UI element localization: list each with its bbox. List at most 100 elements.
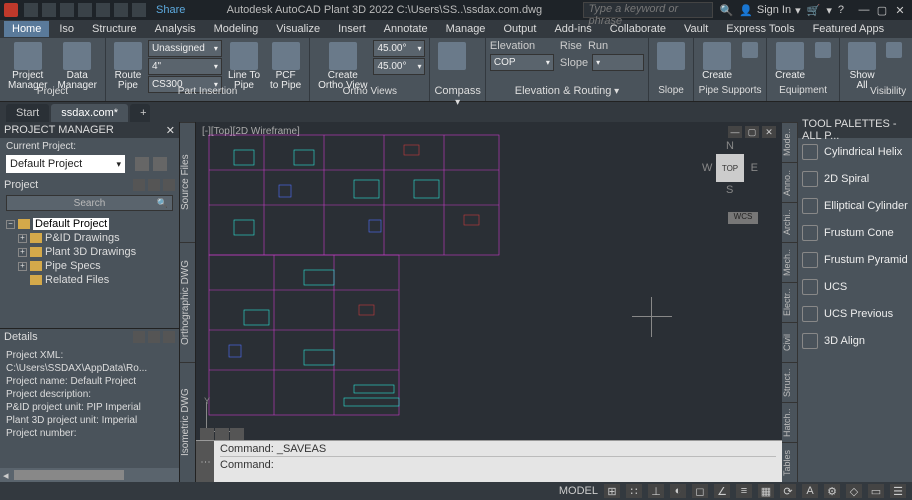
tab-output[interactable]: Output bbox=[495, 21, 544, 37]
group-elevation: Elevation COP RiseRun Slope Elevation & … bbox=[486, 38, 649, 101]
vtab-iso[interactable]: Isometric DWG bbox=[180, 362, 195, 482]
viewcube[interactable]: NSWE TOP bbox=[702, 140, 758, 196]
command-line[interactable]: ⋮ Command: _SAVEAS Command: bbox=[196, 440, 782, 482]
tool-ucs-prev[interactable]: UCS Previous bbox=[798, 300, 912, 327]
tool-frustum-pyramid[interactable]: Frustum Pyramid bbox=[798, 246, 912, 273]
search-icon[interactable] bbox=[163, 179, 175, 191]
tab-featured[interactable]: Featured Apps bbox=[805, 21, 893, 37]
compass-button[interactable] bbox=[434, 40, 470, 72]
anno-icon[interactable]: A bbox=[802, 484, 818, 498]
signin-button[interactable]: 👤Sign In▾ bbox=[739, 4, 800, 17]
close-icon[interactable]: ✕ bbox=[166, 124, 175, 137]
tab-manage[interactable]: Manage bbox=[438, 21, 494, 37]
layout-tabs[interactable] bbox=[200, 428, 244, 440]
tab-vault[interactable]: Vault bbox=[676, 21, 716, 37]
iso-icon[interactable]: ◇ bbox=[846, 484, 862, 498]
tool-cyl-helix[interactable]: Cylindrical Helix bbox=[798, 138, 912, 165]
lweight-icon[interactable]: ≡ bbox=[736, 484, 752, 498]
group-ortho: Create Ortho View 45.00° 45.00° Ortho Vi… bbox=[310, 38, 430, 101]
tab-annotate[interactable]: Annotate bbox=[376, 21, 436, 37]
tab-iso[interactable]: Iso bbox=[51, 21, 82, 37]
tab-home[interactable]: Home bbox=[4, 21, 49, 37]
elevation-label: Elevation bbox=[490, 40, 535, 52]
vp-min-icon[interactable]: — bbox=[728, 126, 742, 138]
cmd-handle[interactable]: ⋮ bbox=[196, 441, 214, 482]
help-search[interactable]: Type a keyword or phrase bbox=[583, 2, 713, 18]
project-search[interactable]: Search bbox=[6, 195, 173, 211]
tool-3d-align[interactable]: 3D Align bbox=[798, 327, 912, 354]
ortho-angle2[interactable]: 45.00° bbox=[373, 58, 425, 75]
scrollbar[interactable]: ◂ bbox=[0, 468, 179, 482]
size-combo[interactable]: 4" bbox=[148, 58, 222, 75]
tool-ucs[interactable]: UCS bbox=[798, 273, 912, 300]
osnap-icon[interactable]: ◻ bbox=[692, 484, 708, 498]
gear-icon[interactable]: ⚙ bbox=[824, 484, 840, 498]
vp-close-icon[interactable]: ✕ bbox=[762, 126, 776, 138]
polar-icon[interactable]: ◐ bbox=[670, 484, 686, 498]
restore-button[interactable]: ▢ bbox=[874, 3, 890, 17]
slope-button[interactable] bbox=[653, 40, 689, 72]
pm-tool-icon[interactable] bbox=[135, 157, 149, 171]
ortho-angle1[interactable]: 45.00° bbox=[373, 40, 425, 57]
model-button[interactable]: MODEL bbox=[559, 485, 598, 497]
project-combo[interactable]: Default Project bbox=[6, 155, 125, 173]
palette-header[interactable]: TOOL PALETTES - ALL P... bbox=[798, 122, 912, 138]
tab-analysis[interactable]: Analysis bbox=[147, 21, 204, 37]
grid-icon[interactable]: ⊞ bbox=[604, 484, 620, 498]
otrack-icon[interactable]: ∠ bbox=[714, 484, 730, 498]
tab-collaborate[interactable]: Collaborate bbox=[602, 21, 674, 37]
new-tab-button[interactable]: + bbox=[130, 104, 150, 122]
tab-addins[interactable]: Add-ins bbox=[546, 21, 599, 37]
app-switcher-icon[interactable]: ▾ bbox=[826, 4, 832, 17]
project-tree[interactable]: −Default Project +P&ID Drawings +Plant 3… bbox=[0, 213, 179, 328]
group-pipe-supports: Create Pipe Supports bbox=[694, 38, 767, 101]
ptab-mech[interactable]: Mech.. bbox=[782, 242, 797, 282]
share-button[interactable]: Share bbox=[156, 4, 185, 16]
search-icon[interactable]: 🔍 bbox=[719, 4, 733, 17]
tab-structure[interactable]: Structure bbox=[84, 21, 145, 37]
tab-express[interactable]: Express Tools bbox=[718, 21, 802, 37]
ptab-struct[interactable]: Struct.. bbox=[782, 362, 797, 402]
help-icon[interactable]: ? bbox=[838, 4, 844, 16]
trans-icon[interactable]: ▦ bbox=[758, 484, 774, 498]
custom-icon[interactable]: ☰ bbox=[890, 484, 906, 498]
ptab-tables[interactable]: Tables bbox=[782, 442, 797, 482]
minimize-button[interactable]: — bbox=[856, 3, 872, 17]
tab-file[interactable]: ssdax.com* bbox=[51, 104, 128, 122]
ptab-elec[interactable]: Electr.. bbox=[782, 282, 797, 322]
ptab-civil[interactable]: Civil bbox=[782, 322, 797, 362]
ptab-mode[interactable]: Mode.. bbox=[782, 122, 797, 162]
tool-ell-cylinder[interactable]: Elliptical Cylinder bbox=[798, 192, 912, 219]
snap-icon[interactable]: ∷ bbox=[626, 484, 642, 498]
create-support-button[interactable]: Create bbox=[698, 40, 736, 83]
close-button[interactable]: ✕ bbox=[892, 3, 908, 17]
vp-max-icon[interactable]: ▢ bbox=[745, 126, 759, 138]
tab-visualize[interactable]: Visualize bbox=[268, 21, 328, 37]
quick-access-toolbar[interactable] bbox=[24, 3, 146, 17]
ptab-hatch[interactable]: Hatch.. bbox=[782, 402, 797, 442]
ptab-anno[interactable]: Anno.. bbox=[782, 162, 797, 202]
vtab-ortho[interactable]: Orthographic DWG bbox=[180, 242, 195, 362]
ptab-archi[interactable]: Archi.. bbox=[782, 202, 797, 242]
cycle-icon[interactable]: ⟳ bbox=[780, 484, 796, 498]
pm-tool-icon[interactable] bbox=[153, 157, 167, 171]
create-equipment-button[interactable]: Create bbox=[771, 40, 809, 83]
clean-icon[interactable]: ▭ bbox=[868, 484, 884, 498]
cmd-prompt[interactable]: Command: bbox=[220, 456, 776, 472]
ortho-icon[interactable]: ⊥ bbox=[648, 484, 664, 498]
vtab-source[interactable]: Source Files bbox=[180, 122, 195, 242]
cop-combo[interactable]: COP bbox=[490, 54, 554, 71]
wcs-badge[interactable]: WCS bbox=[728, 212, 758, 224]
refresh-icon[interactable] bbox=[133, 179, 145, 191]
filter-icon[interactable] bbox=[148, 179, 160, 191]
tool-frustum-cone[interactable]: Frustum Cone bbox=[798, 219, 912, 246]
layer-combo[interactable]: Unassigned bbox=[148, 40, 222, 57]
tab-insert[interactable]: Insert bbox=[330, 21, 374, 37]
drawing-canvas[interactable]: [-][Top][2D Wireframe] —▢✕ NSWE TOP WCS … bbox=[196, 122, 782, 482]
cart-icon[interactable]: 🛒 bbox=[807, 4, 821, 17]
tab-modeling[interactable]: Modeling bbox=[206, 21, 267, 37]
tab-start[interactable]: Start bbox=[6, 104, 49, 122]
slope-input[interactable] bbox=[592, 54, 644, 71]
tool-2d-spiral[interactable]: 2D Spiral bbox=[798, 165, 912, 192]
pm-header[interactable]: PROJECT MANAGER✕ bbox=[0, 122, 179, 138]
